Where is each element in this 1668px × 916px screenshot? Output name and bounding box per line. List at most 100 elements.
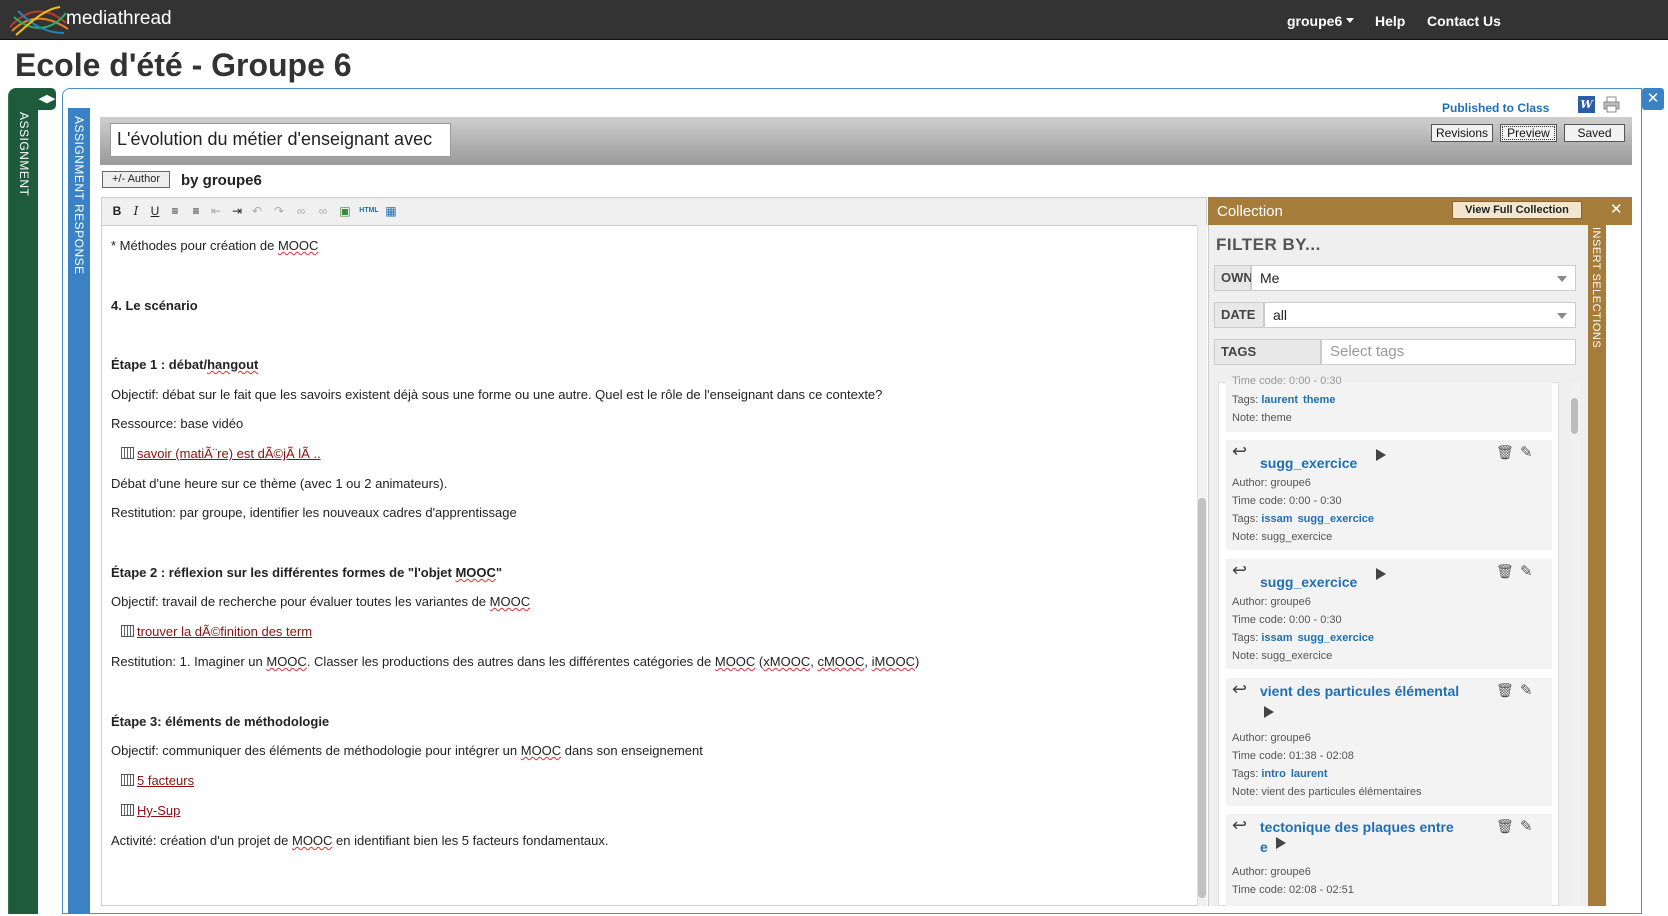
collection-scroll-thumb[interactable] [1571, 398, 1578, 434]
filter-heading: FILTER BY... [1216, 235, 1321, 254]
byline: by groupe6 [181, 172, 262, 189]
play-icon[interactable] [1264, 706, 1274, 718]
indent-icon[interactable]: ⇥ [230, 204, 244, 218]
editor-line: Restitution: par groupe, identifier les … [111, 505, 517, 520]
insert-into-editor-icon[interactable]: ↩ [1232, 441, 1247, 462]
tag-link[interactable]: laurent [1261, 394, 1298, 406]
tag-link[interactable]: issam [1261, 632, 1292, 644]
author-toggle-button[interactable]: +/- Author [102, 171, 170, 188]
play-icon[interactable] [1276, 837, 1286, 849]
film-icon [121, 804, 134, 816]
pencil-icon[interactable]: ✎ [1520, 443, 1533, 461]
pencil-icon[interactable]: ✎ [1520, 562, 1533, 580]
item-title-link[interactable]: vient des particules élémental [1260, 683, 1459, 699]
collapse-toggle-icon[interactable]: ◀▶ [38, 88, 56, 110]
item-timecode: Time code: 01:38 - 02:08 [1232, 750, 1354, 762]
item-note: Note: vient des particules élémentaires [1232, 786, 1422, 798]
asset-reference[interactable]: Hy-Sup [121, 803, 180, 818]
numbered-list-icon[interactable]: ≡ [189, 204, 203, 218]
asset-reference[interactable]: savoir (matiÃ¨re) est dÃ©jÃ lÃ .. [121, 446, 321, 461]
editor-heading: 4. Le scénario [111, 298, 198, 313]
item-note: Note: sugg_exercice [1232, 650, 1333, 662]
publish-status-link[interactable]: Published to Class [1442, 101, 1549, 115]
insert-into-editor-icon[interactable]: ↩ [1232, 815, 1247, 836]
tags-select[interactable]: Select tags [1321, 339, 1576, 365]
assignment-tab-label: ASSIGNMENT [17, 112, 31, 197]
close-panel-icon[interactable]: ✕ [1642, 88, 1664, 110]
bullet-list-icon[interactable]: ≡ [168, 204, 182, 218]
editor-line: Objectif: travail de recherche pour éval… [111, 594, 531, 609]
tag-link[interactable]: theme [1303, 394, 1335, 406]
asset-reference[interactable]: 5 facteurs [121, 773, 194, 788]
tag-link[interactable]: sugg_exercice [1298, 513, 1374, 525]
undo-icon[interactable]: ↶ [250, 204, 264, 218]
view-full-collection-button[interactable]: View Full Collection [1452, 201, 1582, 219]
trash-icon[interactable]: 🗑 [1496, 818, 1514, 835]
user-menu[interactable]: groupe6 [1287, 13, 1355, 29]
print-icon[interactable] [1603, 96, 1620, 113]
item-note: Note: sugg_exercice [1232, 531, 1333, 543]
insert-selections-label: INSERT SELECTIONS [1590, 227, 1602, 349]
film-icon [121, 447, 134, 459]
contact-link[interactable]: Contact Us [1427, 13, 1501, 29]
editor-heading: Étape 2 : réflexion sur les différentes … [111, 565, 503, 580]
item-title-link[interactable]: tectonique des plaques entre [1260, 819, 1454, 835]
brand-name[interactable]: mediathread [66, 8, 172, 30]
editor-line: Ressource: base vidéo [111, 416, 244, 431]
trash-icon[interactable]: 🗑 [1496, 444, 1514, 461]
item-timecode: Time code: 0:00 - 0:30 [1232, 495, 1342, 507]
rich-text-editor[interactable]: * Méthodes pour création de MOOC 4. Le s… [101, 225, 1207, 906]
editor-scroll-thumb[interactable] [1198, 498, 1206, 898]
insert-into-editor-icon[interactable]: ↩ [1232, 679, 1247, 700]
image-icon[interactable]: ▣ [338, 204, 352, 218]
film-icon [121, 625, 134, 637]
pencil-icon[interactable]: ✎ [1520, 817, 1533, 835]
owner-select[interactable]: Me [1251, 265, 1576, 291]
editor-line: Débat d'une heure sur ce thème (avec 1 o… [111, 476, 448, 491]
editor-line: Objectif: communiquer des éléments de mé… [111, 743, 703, 758]
close-collection-icon[interactable]: ✕ [1610, 200, 1623, 218]
play-icon[interactable] [1376, 449, 1386, 461]
document-title-input[interactable]: L'évolution du métier d'enseignant avec [110, 123, 451, 157]
tag-link[interactable]: laurent [1291, 768, 1328, 780]
redo-icon[interactable]: ↷ [272, 204, 286, 218]
underline-icon[interactable]: U [148, 204, 162, 218]
date-select[interactable]: all [1264, 302, 1576, 328]
item-title-link[interactable]: e [1260, 839, 1268, 855]
assignment-tab[interactable]: ASSIGNMENT [8, 88, 38, 914]
asset-reference[interactable]: trouver la dÃ©finition des term [121, 624, 312, 639]
editor-heading: Étape 1 : débat/hangout [111, 357, 259, 372]
unlink-icon[interactable]: ∞ [316, 204, 330, 218]
outdent-icon[interactable]: ⇤ [209, 204, 223, 218]
help-link[interactable]: Help [1375, 13, 1405, 29]
assignment-response-tab[interactable]: ASSIGNMENT RESPONSE [68, 108, 90, 914]
link-icon[interactable]: ∞ [294, 204, 308, 218]
bold-icon[interactable]: B [110, 204, 124, 218]
paste-word-icon[interactable]: ▦ [384, 204, 398, 218]
saved-button[interactable]: Saved [1564, 124, 1625, 142]
trash-icon[interactable]: 🗑 [1496, 682, 1514, 699]
tag-link[interactable]: sugg_exercice [1298, 632, 1374, 644]
html-icon[interactable]: HTML [358, 204, 380, 218]
preview-button[interactable]: Preview [1500, 124, 1557, 142]
editor-line: Restitution: 1. Imaginer un MOOC. Classe… [111, 654, 920, 669]
item-title-link[interactable]: sugg_exercice [1260, 574, 1357, 590]
insert-into-editor-icon[interactable]: ↩ [1232, 560, 1247, 581]
collection-scrollbar[interactable] [1570, 382, 1580, 906]
revisions-button[interactable]: Revisions [1431, 124, 1493, 142]
pencil-icon[interactable]: ✎ [1520, 681, 1533, 699]
play-icon[interactable] [1376, 568, 1386, 580]
item-timecode: Time code: 0:00 - 0:30 [1232, 614, 1342, 626]
italic-icon[interactable]: I [129, 204, 143, 218]
word-export-icon[interactable]: W [1578, 96, 1595, 113]
insert-selections-tab[interactable]: INSERT SELECTIONS [1588, 225, 1606, 906]
item-title-link[interactable]: sugg_exercice [1260, 455, 1357, 471]
date-label: DATE [1214, 302, 1264, 328]
item-timecode: Time code: 02:08 - 02:51 [1232, 884, 1354, 896]
editor-heading: Étape 3: éléments de méthodologie [111, 714, 330, 729]
trash-icon[interactable]: 🗑 [1496, 563, 1514, 580]
collection-item: ↩ vient des particules élémental 🗑 ✎ Aut… [1226, 678, 1552, 806]
tag-link[interactable]: issam [1261, 513, 1292, 525]
collection-item: ↩ sugg_exercice 🗑 ✎ Author: groupe6 Time… [1226, 440, 1552, 550]
tag-link[interactable]: intro [1261, 768, 1285, 780]
